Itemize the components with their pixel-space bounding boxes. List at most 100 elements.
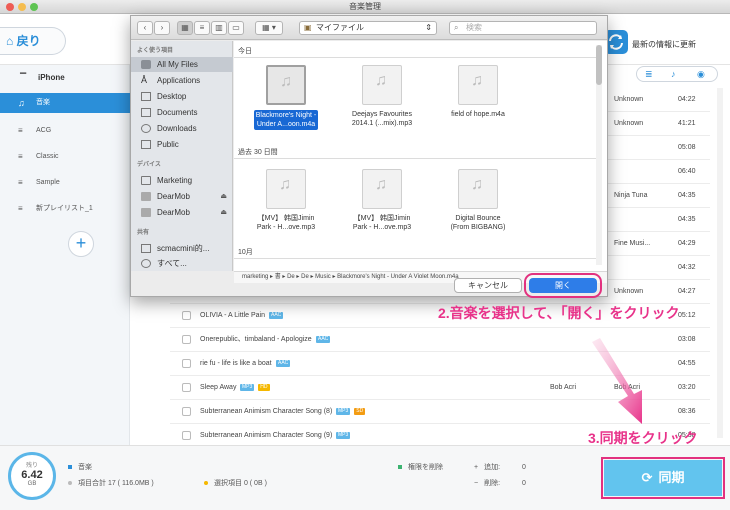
sidebar-item-desktop[interactable]: Desktop	[131, 89, 233, 104]
sidebar-item-label: ACG	[36, 127, 52, 134]
minimize-window-button[interactable]	[18, 3, 26, 11]
sidebar-item-acg[interactable]: ≡ ACG	[0, 121, 130, 141]
track-duration: 04:29	[678, 240, 696, 247]
sync-button[interactable]: ⟳ 同期	[601, 457, 725, 499]
sidebar-item-all-my-files[interactable]: All My Files	[131, 57, 233, 72]
sidebar-item-scmacmini[interactable]: scmacmini的...	[131, 241, 233, 256]
group-divider	[234, 57, 596, 58]
playlist-icon: ≡	[18, 126, 23, 135]
sidebar-item-classic[interactable]: ≡ Classic	[0, 147, 130, 167]
sidebar-item-music[interactable]: ♫ 音楽	[0, 93, 130, 113]
device-label: DearMob	[157, 192, 190, 201]
music-file-icon: ♫	[458, 169, 498, 209]
zoom-window-button[interactable]	[30, 3, 38, 11]
network-computer-icon	[141, 244, 151, 253]
add-playlist-button[interactable]: +	[68, 231, 94, 257]
file-name: Digital Bounce (From BIGBANG)	[450, 215, 506, 231]
cancel-button[interactable]: キャンセル	[454, 278, 522, 293]
playlist-icon: ≡	[18, 204, 23, 213]
search-icon: ⌕	[454, 23, 459, 32]
row-checkbox[interactable]	[182, 335, 191, 344]
file-item[interactable]: ♫ field of hope.m4a	[430, 65, 526, 119]
file-name: field of hope.m4a	[451, 111, 505, 118]
eject-icon[interactable]: ⏏	[220, 205, 227, 220]
delete-permission[interactable]: 権限を削除	[398, 462, 443, 472]
track-duration: 08:36	[678, 408, 696, 415]
devices-header: デバイス	[137, 162, 161, 168]
file-item[interactable]: ♫ 【MV】 韩国Jimin Park - H...ove.mp3	[238, 169, 334, 232]
file-item[interactable]: ♫ Digital Bounce (From BIGBANG)	[430, 169, 526, 232]
track-list-scrollbar[interactable]	[717, 88, 723, 438]
row-checkbox[interactable]	[182, 431, 191, 440]
add-count: + 追加: 0	[474, 462, 526, 472]
eject-icon[interactable]: ⏏	[220, 189, 227, 204]
artist-view-icon[interactable]: ♪	[671, 69, 676, 79]
fav-label: Public	[157, 140, 179, 149]
column-view-button[interactable]: ▥	[211, 21, 227, 35]
refresh-label[interactable]: 最新の情報に更新	[632, 39, 696, 50]
drive-icon	[141, 192, 151, 201]
view-toggle-group: ≣ ♪ ◉	[636, 66, 718, 82]
location-select[interactable]: ▣ マイファイル ⇕	[299, 21, 437, 35]
window-titlebar: 音楽管理	[0, 0, 730, 14]
favorites-header: よく使う項目	[137, 48, 174, 54]
sidebar-item-new-playlist[interactable]: ≡ 新プレイリスト_1	[0, 199, 130, 219]
row-checkbox[interactable]	[182, 359, 191, 368]
sidebar-item-public[interactable]: Public	[131, 137, 233, 152]
forward-nav-button[interactable]: ›	[154, 21, 170, 35]
sidebar-item-documents[interactable]: Documents	[131, 105, 233, 120]
dialog-toolbar: ‹ › ▦ ≡ ▥ ▭ ▦ ▾ ▣ マイファイル ⇕ ⌕ 検索	[131, 16, 607, 40]
sidebar-item-label: 音楽	[36, 99, 50, 106]
list-view-icon[interactable]: ≣	[645, 69, 653, 79]
track-duration: 03:08	[678, 336, 696, 343]
file-item[interactable]: ♫ Blackmore's Night - Under A...oon.m4a	[238, 65, 334, 130]
add-count-value: 0	[522, 464, 526, 471]
path-segment[interactable]: De	[287, 274, 295, 280]
icon-view-button[interactable]: ▦	[177, 21, 193, 35]
cover-flow-button[interactable]: ▭	[228, 21, 244, 35]
path-segment[interactable]: 書	[275, 274, 281, 280]
list-view-button[interactable]: ≡	[194, 21, 210, 35]
sidebar-item-dearmob-1[interactable]: DearMob ⏏	[131, 189, 233, 204]
scrollbar-thumb[interactable]	[596, 45, 602, 85]
dialog-scrollbar[interactable]	[596, 45, 602, 265]
path-segment[interactable]: Music	[315, 274, 331, 280]
sidebar-item-dearmob-2[interactable]: DearMob ⏏	[131, 205, 233, 220]
row-checkbox[interactable]	[182, 407, 191, 416]
back-nav-button[interactable]: ‹	[137, 21, 153, 35]
sidebar-item-applications[interactable]: Å Applications	[131, 73, 233, 88]
documents-icon	[141, 108, 151, 117]
arrange-button[interactable]: ▦ ▾	[255, 21, 283, 35]
path-segment[interactable]: Blackmore's Night - Under A Violet Moon.…	[337, 274, 458, 280]
sidebar-item-marketing[interactable]: Marketing	[131, 173, 233, 188]
file-item[interactable]: ♫ 【MV】 韩国Jimin Park - H...ove.mp3	[334, 169, 430, 232]
device-label: DearMob	[157, 208, 190, 217]
album-view-icon[interactable]: ◉	[697, 69, 705, 79]
sync-label: 同期	[658, 470, 685, 485]
device-name: iPhone	[38, 73, 65, 82]
fav-label: Documents	[157, 108, 198, 117]
row-checkbox[interactable]	[182, 311, 191, 320]
track-duration: 04:22	[678, 96, 696, 103]
sidebar-item-downloads[interactable]: Downloads	[131, 121, 233, 136]
download-icon	[141, 124, 151, 133]
open-button[interactable]: 開く	[524, 273, 602, 298]
music-file-icon: ♫	[266, 65, 306, 105]
device-header[interactable]: ▔ iPhone	[0, 69, 130, 87]
fav-label: Downloads	[157, 124, 197, 133]
path-segment[interactable]: marketing	[242, 274, 268, 280]
footer: 残り 6.42 GB 音楽 項目合計 17 ( 116.0MB ) 選択項目 0…	[0, 445, 730, 510]
legend-dot	[204, 481, 208, 486]
track-album: Ninja Tuna	[614, 192, 648, 199]
close-window-button[interactable]	[6, 3, 14, 11]
file-item[interactable]: ♫ Deejays Favourites 2014.1 (...mix).mp3	[334, 65, 430, 128]
sidebar-item-all-shared[interactable]: すべて...	[131, 256, 233, 271]
sidebar-item-sample[interactable]: ≡ Sample	[0, 173, 130, 193]
track-title: OLIVIA - A Little Pain	[200, 312, 265, 319]
search-input[interactable]: ⌕ 検索	[449, 21, 597, 35]
path-segment[interactable]: De	[301, 274, 309, 280]
badge-group: AAC	[312, 328, 331, 352]
back-button[interactable]: ⌂ 戻り	[0, 27, 66, 55]
row-checkbox[interactable]	[182, 383, 191, 392]
format-badge: HD	[258, 383, 270, 391]
